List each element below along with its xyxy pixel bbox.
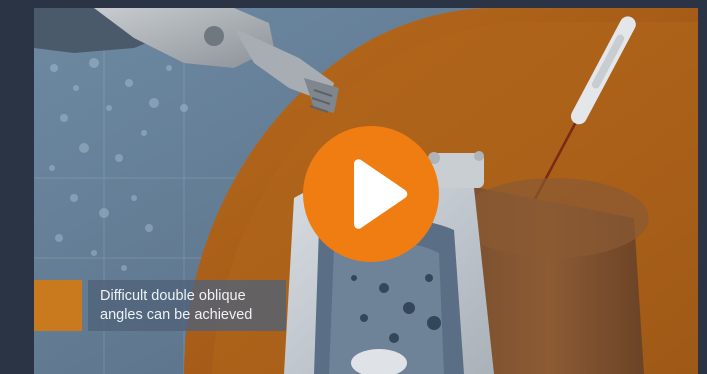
video-player-frame: Difficult double oblique angles can be a… (0, 0, 707, 374)
caption-line-1: Difficult double oblique (100, 288, 246, 304)
play-button[interactable] (303, 126, 439, 262)
play-icon (354, 159, 408, 229)
video-caption: Difficult double oblique angles can be a… (88, 280, 286, 331)
caption-accent-swatch (34, 280, 82, 331)
caption-line-2: angles can be achieved (100, 307, 253, 323)
